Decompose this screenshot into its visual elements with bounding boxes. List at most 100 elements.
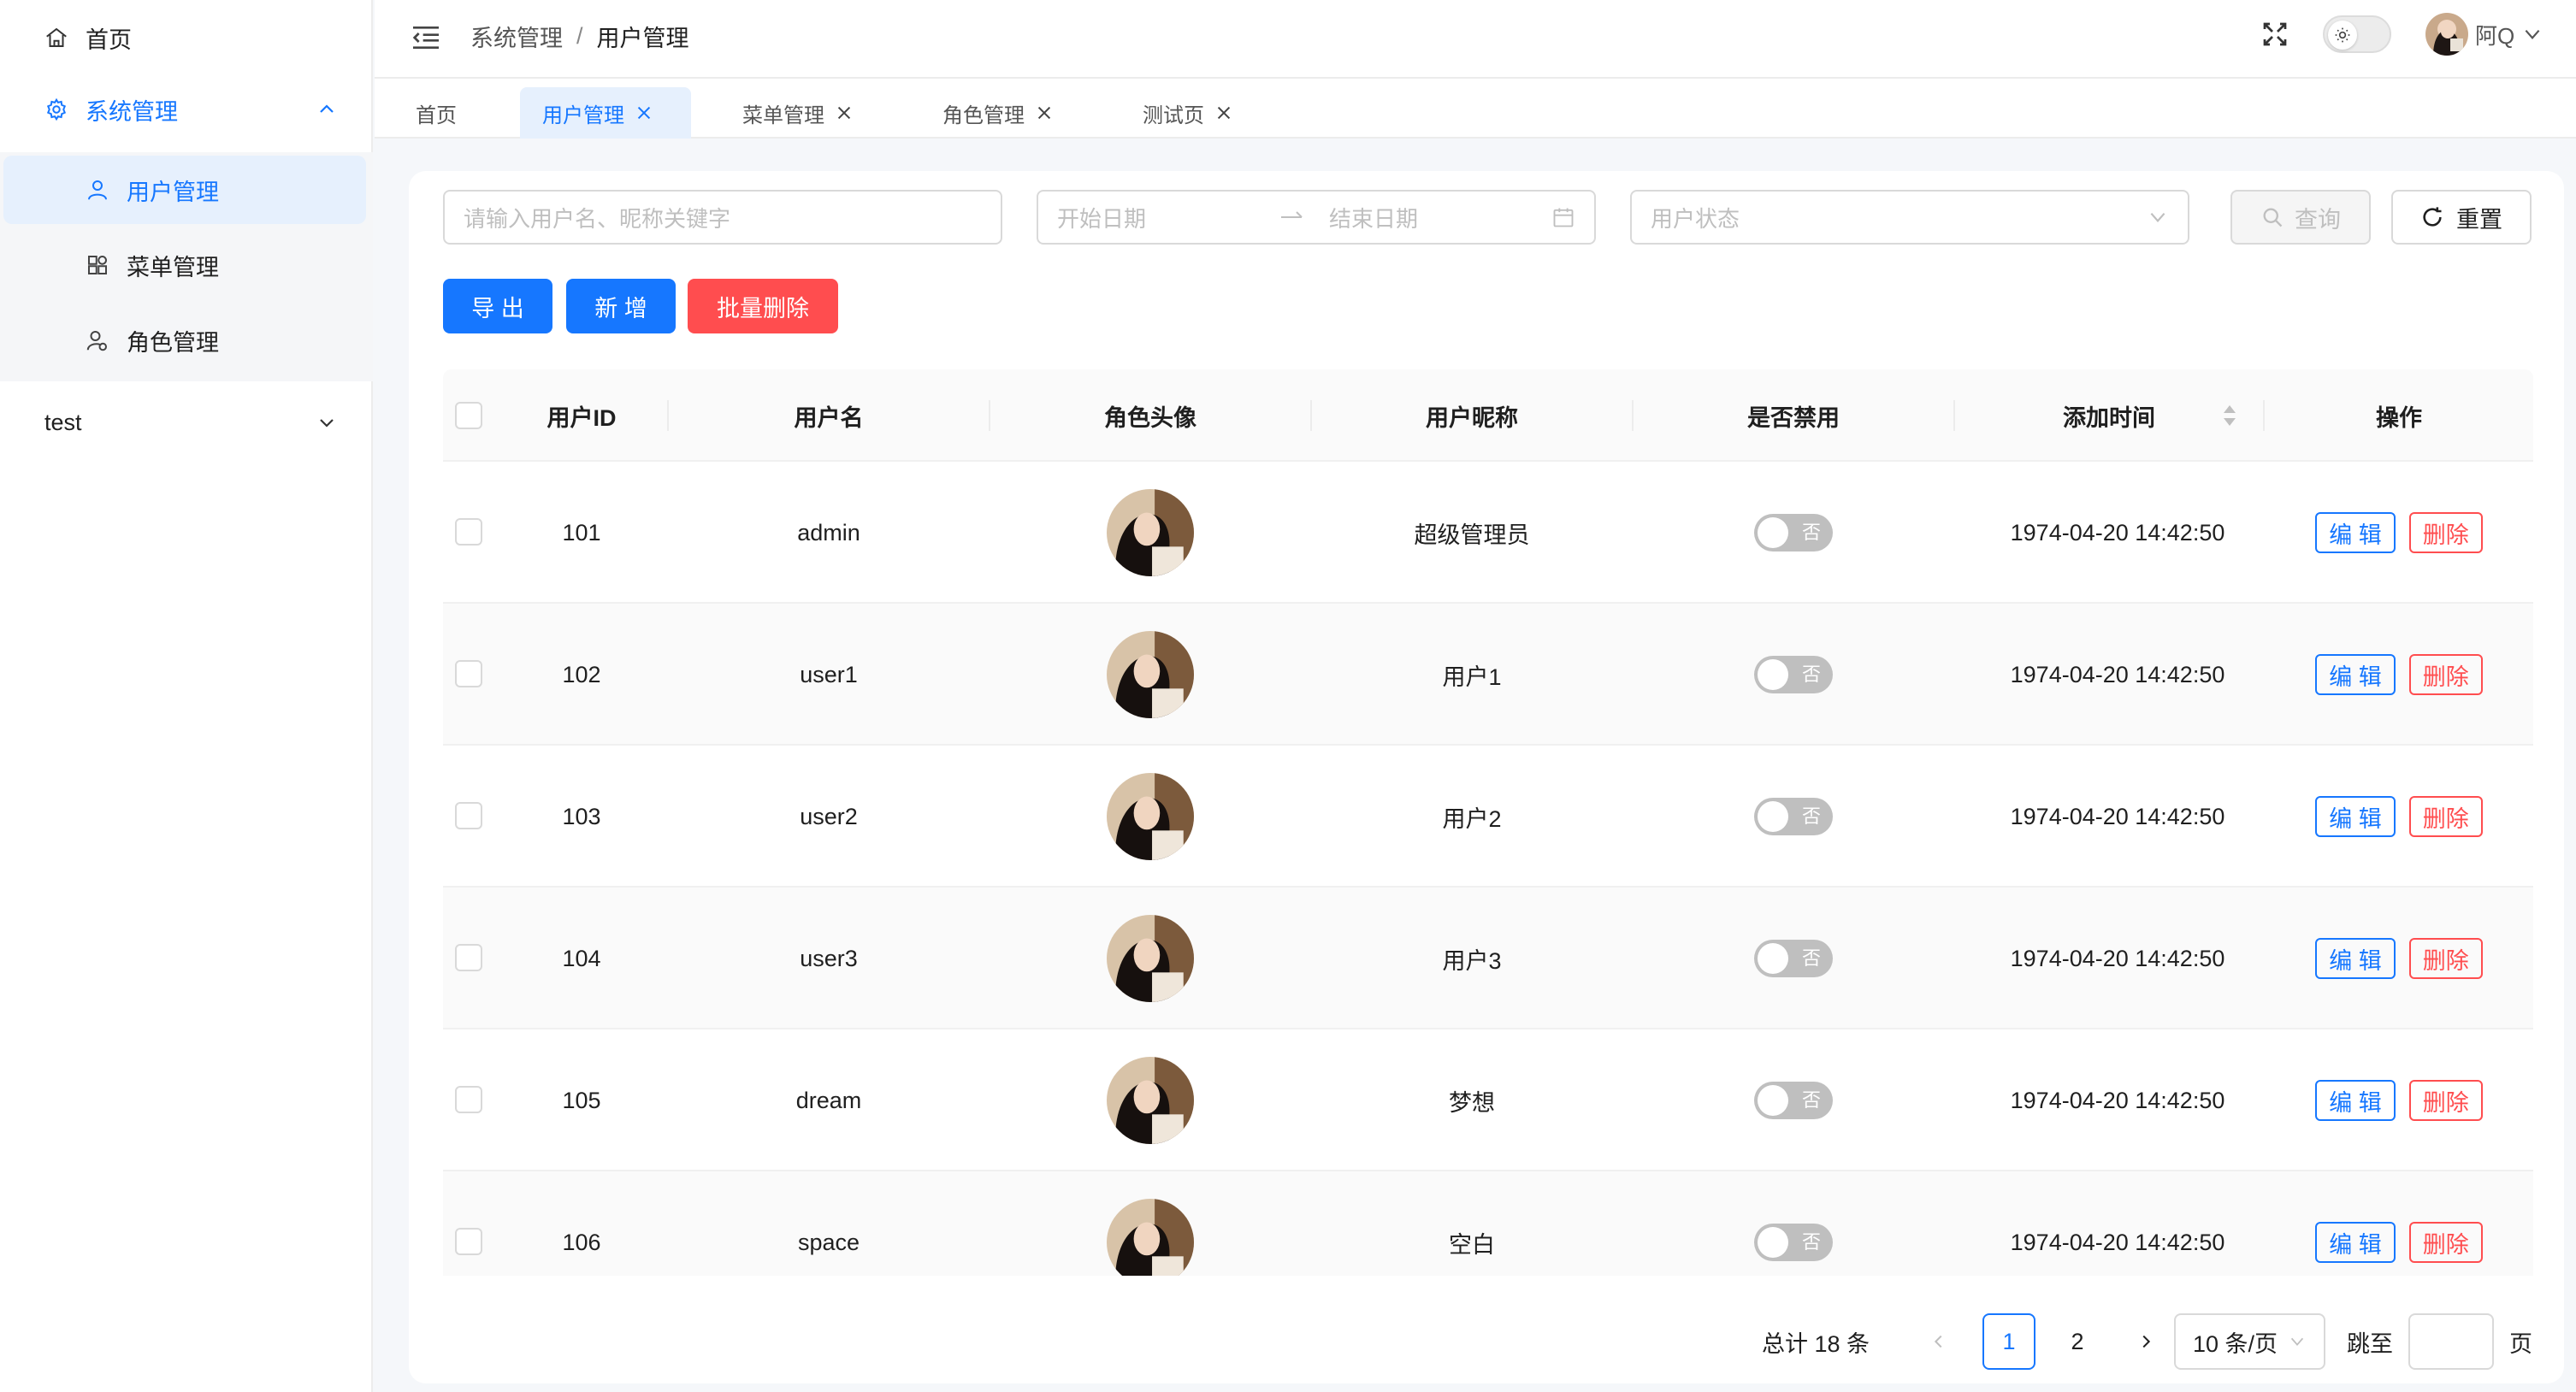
table-row: 102 user1 用户1 否 1974-04-20 14:42:50 编 辑删… <box>443 604 2533 746</box>
tab-role-management[interactable]: 角色管理 <box>920 87 1076 139</box>
breadcrumb: 系统管理 / 用户管理 <box>470 19 689 53</box>
delete-button[interactable]: 删除 <box>2408 1080 2483 1121</box>
jump-page-input[interactable] <box>2408 1313 2494 1370</box>
disabled-switch[interactable]: 否 <box>1754 798 1833 835</box>
nickname: 梦想 <box>1449 1089 1495 1116</box>
username: user2 <box>800 803 858 829</box>
sidebar-item-system[interactable]: 系统管理 <box>0 72 373 147</box>
nickname: 超级管理员 <box>1414 522 1530 548</box>
edit-button[interactable]: 编 辑 <box>2315 512 2396 553</box>
sidebar-item-menu-management[interactable]: 菜单管理 <box>3 231 366 299</box>
keyword-search-input[interactable]: 请输入用户名、昵称关键字 <box>443 190 1002 245</box>
disabled-switch[interactable]: 否 <box>1754 940 1833 977</box>
pagination-prev[interactable] <box>1912 1313 1965 1370</box>
avatar-cell <box>990 888 1310 1029</box>
row-checkbox[interactable] <box>455 802 482 829</box>
delete-button[interactable]: 删除 <box>2408 654 2483 695</box>
edit-button[interactable]: 编 辑 <box>2315 938 2396 979</box>
disabled-cell: 否 <box>1634 1171 1953 1276</box>
user-id: 101 <box>562 519 601 546</box>
breadcrumb-item[interactable]: 系统管理 <box>470 20 563 53</box>
switch-knob <box>1758 1085 1788 1116</box>
arrow-right-icon <box>1281 211 1303 218</box>
tab-user-management[interactable]: 用户管理 <box>520 87 691 139</box>
tab-menu-management[interactable]: 菜单管理 <box>720 87 876 139</box>
chevron-down-icon <box>2150 212 2165 222</box>
avatar <box>1107 1057 1194 1144</box>
sidebar-item-test[interactable]: test <box>0 385 373 460</box>
chevron-down-icon <box>320 419 334 428</box>
switch-text: 否 <box>1801 522 1821 543</box>
edit-button[interactable]: 编 辑 <box>2315 1222 2396 1263</box>
tab-test-page[interactable]: 测试页 <box>1120 87 1256 139</box>
avatar <box>1107 1199 1194 1276</box>
export-button[interactable]: 导 出 <box>443 279 552 333</box>
reload-icon <box>2423 207 2442 227</box>
pagination-total: 总计 18 条 <box>1762 1330 1870 1357</box>
delete-button[interactable]: 删除 <box>2408 1222 2483 1263</box>
select-all-checkbox[interactable] <box>455 402 482 429</box>
fullscreen-icon[interactable] <box>2260 19 2290 50</box>
close-icon[interactable] <box>1214 103 1233 122</box>
close-icon[interactable] <box>1035 103 1054 122</box>
row-checkbox[interactable] <box>455 660 482 687</box>
breadcrumb-current: 用户管理 <box>596 25 689 51</box>
disabled-switch[interactable]: 否 <box>1754 1224 1833 1261</box>
username: space <box>797 1229 860 1255</box>
column-header: 用户ID <box>547 404 617 431</box>
pagination-page[interactable]: 2 <box>2051 1313 2104 1370</box>
row-checkbox[interactable] <box>455 944 482 971</box>
avatar <box>2425 13 2468 56</box>
disabled-cell: 否 <box>1634 604 1953 746</box>
query-button[interactable]: 查询 <box>2230 190 2371 245</box>
edit-button[interactable]: 编 辑 <box>2315 796 2396 837</box>
delete-button[interactable]: 删除 <box>2408 512 2483 553</box>
edit-button[interactable]: 编 辑 <box>2315 1080 2396 1121</box>
sun-icon <box>2328 21 2357 50</box>
button-label: 查询 <box>2295 206 2341 233</box>
row-actions: 编 辑删除 <box>2265 604 2533 746</box>
user-menu[interactable]: 阿Q <box>2425 12 2544 56</box>
menu-fold-icon[interactable] <box>409 21 443 55</box>
role-icon <box>84 327 111 354</box>
pagination-next[interactable] <box>2119 1313 2172 1370</box>
pagination-page[interactable]: 1 <box>1982 1313 2035 1370</box>
breadcrumb-separator: / <box>576 22 583 49</box>
row-checkbox[interactable] <box>455 518 482 546</box>
sidebar-item-role-management[interactable]: 角色管理 <box>3 306 366 375</box>
tab-home[interactable]: 首页 <box>393 87 479 139</box>
row-checkbox[interactable] <box>455 1086 482 1113</box>
delete-button[interactable]: 删除 <box>2408 938 2483 979</box>
disabled-switch[interactable]: 否 <box>1754 1082 1833 1119</box>
reset-button[interactable]: 重置 <box>2391 190 2532 245</box>
table-body: 101 admin 超级管理员 否 1974-04-20 14:42:50 编 … <box>443 462 2533 1276</box>
disabled-cell: 否 <box>1634 746 1953 888</box>
avatar <box>1107 631 1194 718</box>
start-date-placeholder: 开始日期 <box>1057 205 1147 232</box>
sidebar-item-user-management[interactable]: 用户管理 <box>3 156 366 224</box>
button-label: 导 出 <box>471 295 524 321</box>
page-size-select[interactable]: 10 条/页 <box>2174 1313 2326 1370</box>
sortable-column-header[interactable]: 添加时间 <box>1955 369 2263 462</box>
batch-delete-button[interactable]: 批量删除 <box>688 279 838 333</box>
edit-button[interactable]: 编 辑 <box>2315 654 2396 695</box>
gear-icon <box>43 96 70 123</box>
row-actions: 编 辑删除 <box>2265 462 2533 604</box>
placeholder: 用户状态 <box>1651 205 1740 232</box>
disabled-switch[interactable]: 否 <box>1754 514 1833 551</box>
delete-button[interactable]: 删除 <box>2408 796 2483 837</box>
add-user-button[interactable]: 新 增 <box>566 279 676 333</box>
disabled-switch[interactable]: 否 <box>1754 656 1833 693</box>
close-icon[interactable] <box>835 103 854 122</box>
switch-knob <box>1758 1227 1788 1258</box>
avatar <box>1107 915 1194 1002</box>
date-range-picker[interactable]: 开始日期 结束日期 <box>1037 190 1596 245</box>
status-select[interactable]: 用户状态 <box>1630 190 2189 245</box>
switch-text: 否 <box>1801 1089 1821 1111</box>
theme-toggle[interactable] <box>2323 15 2391 53</box>
created-time: 1974-04-20 14:42:50 <box>2010 1087 2225 1113</box>
sidebar-item-home[interactable]: 首页 <box>0 0 373 75</box>
close-icon[interactable] <box>635 103 653 122</box>
row-actions: 编 辑删除 <box>2265 888 2533 1029</box>
row-checkbox[interactable] <box>455 1228 482 1255</box>
